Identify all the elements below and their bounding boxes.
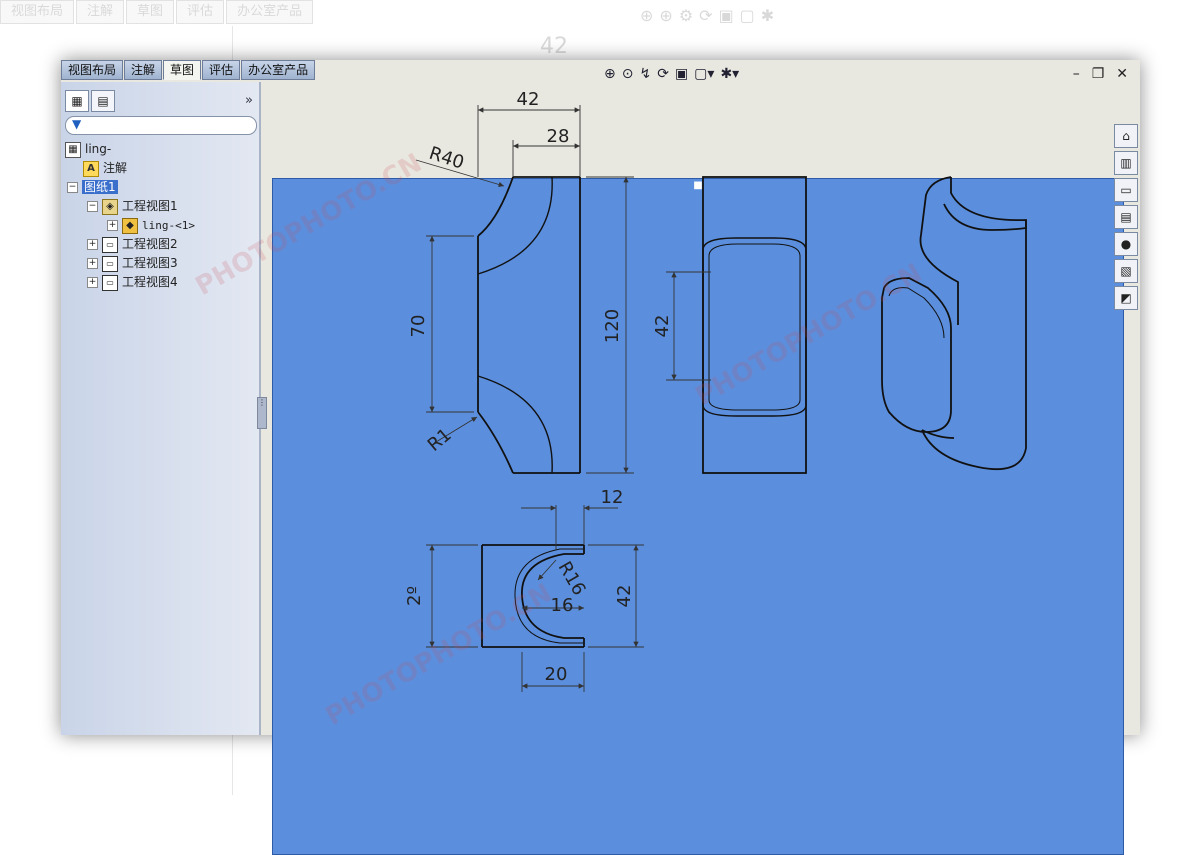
tree-node-label: 工程视图4 (122, 275, 178, 289)
dim-front-height: 120 (602, 309, 623, 343)
dim-top-radius: R16 (554, 558, 590, 599)
annotation-icon: A (83, 160, 99, 177)
folder-icon[interactable]: ▭ (1114, 178, 1138, 202)
expand-panel-icon[interactable]: » (245, 93, 253, 108)
dim-top-offset: 12 (601, 487, 624, 508)
dim-top-inner: 16 (551, 595, 574, 616)
collapse-toggle[interactable]: − (87, 201, 98, 212)
ghost-dimension: 42 (540, 34, 568, 59)
collapse-toggle[interactable]: − (67, 182, 78, 193)
expand-toggle[interactable]: + (87, 239, 98, 250)
dim-front-width: 42 (517, 89, 540, 110)
tree-node-part[interactable]: + ◆ ling-<1> (107, 216, 195, 234)
tree-node-view3[interactable]: + ▭ 工程视图3 (87, 254, 178, 272)
tree-node-sheet1[interactable]: − ■ 图纸1 (67, 178, 1124, 855)
tree-node-label: 工程视图2 (122, 237, 178, 251)
dimension-labels: 42 28 R40 120 70 R1 42 12 R16 2º 42 16 2… (404, 89, 673, 685)
drawing-sheet: 42 28 R40 120 70 R1 42 12 R16 2º 42 16 2… (404, 89, 1027, 692)
appearance-icon[interactable]: ● (1114, 232, 1138, 256)
tree-node-label: 工程视图1 (122, 199, 178, 213)
part-icon: ◆ (122, 217, 138, 234)
tab-view-layout[interactable]: 视图布局 (61, 60, 124, 80)
property-tab-icon[interactable]: ▤ (91, 90, 115, 112)
tree-node-view1[interactable]: − ◈ 工程视图1 (87, 197, 178, 215)
tree-node-root[interactable]: ▦ ling- (65, 140, 111, 158)
task-pane: ⌂ ▥ ▭ ▤ ● ▧ ◩ (1114, 124, 1138, 313)
front-view[interactable] (477, 176, 581, 474)
drawing-view-icon: ▭ (102, 236, 118, 253)
recovery-icon[interactable]: ◩ (1114, 286, 1138, 310)
tree-node-label: 图纸1 (82, 180, 118, 194)
drawing-window: 视图布局 注解 草图 评估 办公室产品 ▦ ▤ » ▼ ▦ ling- A 注解 −… (61, 60, 1140, 855)
ghost-tab: 评估 (176, 0, 225, 24)
tab-annotation[interactable]: 注解 (124, 60, 163, 80)
drawing-view-icon: ▭ (102, 255, 118, 272)
dim-front-radius: R40 (426, 143, 466, 174)
isometric-view[interactable] (881, 176, 1027, 471)
dim-top-height-left: 2º (404, 586, 425, 606)
ghost-toolbar: ⊕⊕⚙⟳▣▢✱ (640, 6, 781, 25)
drawing-icon: ▦ (65, 141, 81, 158)
dim-front-inner: 28 (547, 126, 570, 147)
feature-manager-panel: ▦ ▤ » ▼ ▦ ling- A 注解 − ■ 图纸1 − ◈ 工程视图1 + ◆ ling-… (61, 82, 1124, 855)
tab-evaluate[interactable]: 评估 (202, 60, 241, 80)
dim-top-height: 42 (614, 585, 635, 608)
dim-front-fillet: R1 (424, 424, 456, 455)
tab-sketch[interactable]: 草图 (163, 60, 202, 80)
tree-node-label: 工程视图3 (122, 256, 178, 270)
drawing-view-icon: ◈ (102, 198, 118, 215)
tree-filter-input[interactable]: ▼ (65, 116, 257, 135)
feature-tree-tab-icon[interactable]: ▦ (65, 90, 89, 112)
tree-node-view4[interactable]: + ▭ 工程视图4 (87, 273, 178, 291)
dim-top-bottom: 20 (545, 664, 568, 685)
filter-icon: ▼ (72, 117, 82, 131)
drawing-view-icon: ▭ (102, 274, 118, 291)
ghost-tab: 注解 (76, 0, 125, 24)
expand-toggle[interactable]: + (87, 277, 98, 288)
ghost-tab: 视图布局 (0, 0, 75, 24)
design-library-icon[interactable]: ▥ (1114, 151, 1138, 175)
home-icon[interactable]: ⌂ (1114, 124, 1138, 148)
ghost-tab: 草图 (126, 0, 175, 24)
expand-toggle[interactable]: + (87, 258, 98, 269)
ghost-tabbar: 视图布局 注解 草图 评估 办公室产品 (0, 0, 315, 24)
tree-node-label: 注解 (103, 161, 128, 175)
tree-node-label: ling-<1> (142, 219, 195, 232)
custom-properties-icon[interactable]: ▧ (1114, 259, 1138, 283)
expand-toggle[interactable]: + (107, 220, 118, 231)
close-icon[interactable]: ✕ (1116, 66, 1128, 82)
dim-front-height-inner: 70 (408, 315, 429, 338)
dim-side-height: 42 (652, 315, 673, 338)
tree-node-view2[interactable]: + ▭ 工程视图2 (87, 235, 178, 253)
side-view[interactable] (702, 176, 807, 474)
view-palette-icon[interactable]: ▤ (1114, 205, 1138, 229)
ghost-tab: 办公室产品 (226, 0, 314, 24)
panel-tabs: ▦ ▤ (65, 90, 115, 112)
tree-node-label: ling- (85, 142, 112, 156)
tree-node-annotations[interactable]: A 注解 (83, 159, 127, 177)
